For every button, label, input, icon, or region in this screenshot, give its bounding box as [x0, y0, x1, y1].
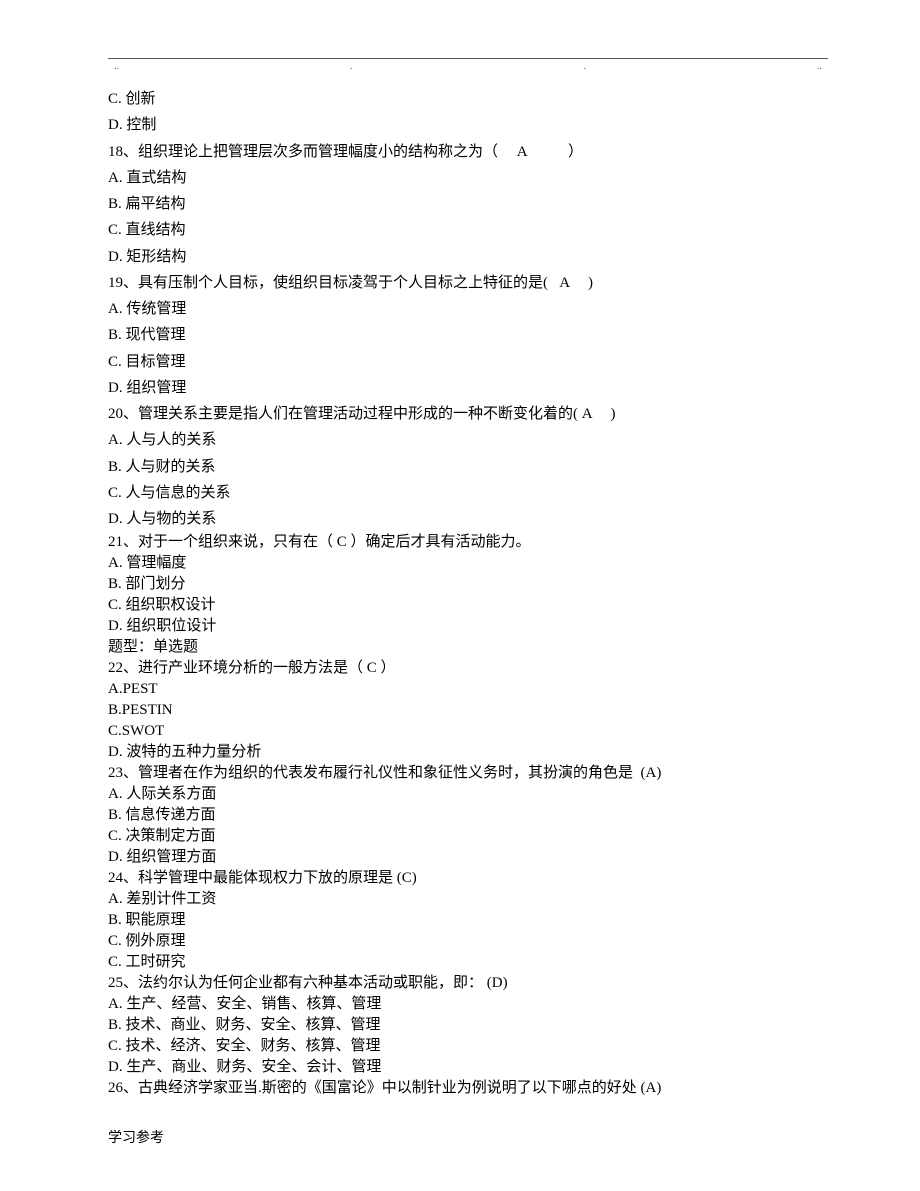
text-line: D. 控制: [108, 112, 828, 138]
text-line: B. 扁平结构: [108, 191, 828, 217]
text-line: 21、对于一个组织来说，只有在（ C ）确定后才具有活动能力。: [108, 532, 828, 553]
page-footer: 学习参考: [108, 1127, 828, 1147]
text-line: 题型：单选题: [108, 637, 828, 658]
content-block-spaced: C. 创新 D. 控制 18、组织理论上把管理层次多而管理幅度小的结构称之为（ …: [108, 86, 828, 532]
text-line: B. 现代管理: [108, 322, 828, 348]
mark: .: [584, 61, 587, 72]
text-line: A.PEST: [108, 679, 828, 700]
text-line: D. 组织管理方面: [108, 847, 828, 868]
text-line: A. 生产、经营、安全、销售、核算、管理: [108, 994, 828, 1015]
text-line: D. 组织管理: [108, 375, 828, 401]
text-line: C. 人与信息的关系: [108, 480, 828, 506]
text-line: A. 直式结构: [108, 165, 828, 191]
text-line: C. 组织职权设计: [108, 595, 828, 616]
content-block-tight: 21、对于一个组织来说，只有在（ C ）确定后才具有活动能力。 A. 管理幅度 …: [108, 532, 828, 1099]
text-line: 22、进行产业环境分析的一般方法是（ C ）: [108, 658, 828, 679]
mark: ..: [114, 61, 119, 72]
text-line: A. 传统管理: [108, 296, 828, 322]
mark: ..: [817, 61, 822, 72]
text-line: B. 人与财的关系: [108, 454, 828, 480]
text-line: 26、古典经济学家亚当.斯密的《国富论》中以制针业为例说明了以下哪点的好处 (A…: [108, 1078, 828, 1099]
text-line: B. 部门划分: [108, 574, 828, 595]
text-line: D. 人与物的关系: [108, 506, 828, 532]
text-line: D. 矩形结构: [108, 244, 828, 270]
text-line: 19、具有压制个人目标，使组织目标凌驾于个人目标之上特征的是( A ): [108, 270, 828, 296]
text-line: D. 生产、商业、财务、安全、会计、管理: [108, 1057, 828, 1078]
text-line: C. 目标管理: [108, 349, 828, 375]
text-line: C. 技术、经济、安全、财务、核算、管理: [108, 1036, 828, 1057]
text-line: C.SWOT: [108, 721, 828, 742]
header-rule: [108, 58, 828, 59]
text-line: D. 波特的五种力量分析: [108, 742, 828, 763]
document-page: .. . . .. C. 创新 D. 控制 18、组织理论上把管理层次多而管理幅…: [0, 0, 920, 1187]
text-line: B. 职能原理: [108, 910, 828, 931]
text-line: C. 例外原理: [108, 931, 828, 952]
text-line: C. 直线结构: [108, 217, 828, 243]
text-line: 18、组织理论上把管理层次多而管理幅度小的结构称之为（ A ）: [108, 139, 828, 165]
text-line: A. 人际关系方面: [108, 784, 828, 805]
text-line: 24、科学管理中最能体现权力下放的原理是 (C): [108, 868, 828, 889]
text-line: A. 管理幅度: [108, 553, 828, 574]
text-line: 23、管理者在作为组织的代表发布履行礼仪性和象征性义务时，其扮演的角色是 (A): [108, 763, 828, 784]
text-line: C. 工时研究: [108, 952, 828, 973]
mark: .: [350, 61, 353, 72]
text-line: B.PESTIN: [108, 700, 828, 721]
text-line: C. 决策制定方面: [108, 826, 828, 847]
text-line: A. 差别计件工资: [108, 889, 828, 910]
text-line: 20、管理关系主要是指人们在管理活动过程中形成的一种不断变化着的( A ): [108, 401, 828, 427]
text-line: B. 信息传递方面: [108, 805, 828, 826]
header-dash-marks: .. . . ..: [108, 61, 828, 72]
text-line: C. 创新: [108, 86, 828, 112]
text-line: B. 技术、商业、财务、安全、核算、管理: [108, 1015, 828, 1036]
text-line: D. 组织职位设计: [108, 616, 828, 637]
text-line: A. 人与人的关系: [108, 427, 828, 453]
text-line: 25、法约尔认为任何企业都有六种基本活动或职能，即： (D): [108, 973, 828, 994]
